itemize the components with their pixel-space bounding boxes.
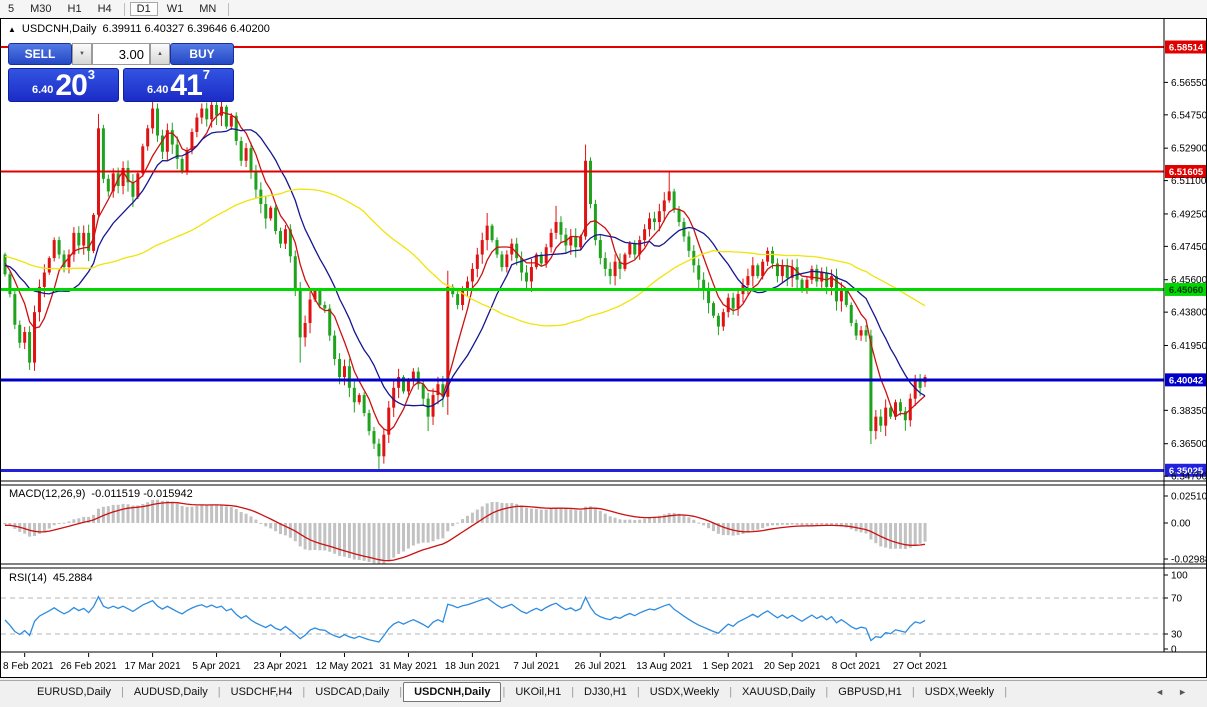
collapse-chart-icon[interactable]: ▲ <box>8 25 16 34</box>
svg-text:30: 30 <box>1171 630 1183 641</box>
price-pane <box>1 47 1164 470</box>
rsi-pane: 100 70 30 0 <box>1 571 1188 656</box>
svg-text:6.49250: 6.49250 <box>1171 209 1206 220</box>
svg-text:8 Feb 2021: 8 Feb 2021 <box>3 661 54 672</box>
svg-text:6.36500: 6.36500 <box>1171 439 1206 450</box>
svg-text:27 Oct 2021: 27 Oct 2021 <box>893 661 948 672</box>
chart-tab-usdx-weekly[interactable]: USDX,Weekly <box>641 684 728 700</box>
svg-text:6.45600: 6.45600 <box>1171 275 1206 286</box>
timeframe-button-d1[interactable]: D1 <box>130 2 158 16</box>
svg-text:26 Jul 2021: 26 Jul 2021 <box>574 661 626 672</box>
chart-tab-ukoil-h1[interactable]: UKOil,H1 <box>506 684 570 700</box>
svg-text:0.00: 0.00 <box>1171 519 1191 530</box>
svg-text:70: 70 <box>1171 594 1183 605</box>
svg-text:100: 100 <box>1171 571 1188 582</box>
timeframe-button-m30[interactable]: M30 <box>23 2 58 16</box>
ohlc-quotes: 6.39911 6.40327 6.39646 6.40200 <box>102 23 269 35</box>
macd-values: -0.011519 -0.015942 <box>91 488 192 500</box>
buy-price-pip: 7 <box>203 67 210 82</box>
svg-text:6.51100: 6.51100 <box>1171 176 1206 187</box>
svg-text:0: 0 <box>1171 645 1177 656</box>
date-axis: 8 Feb 2021 26 Feb 2021 17 Mar 2021 5 Apr 20… <box>3 653 948 672</box>
timeframe-button-mn[interactable]: MN <box>192 2 223 16</box>
svg-text:23 Apr 2021: 23 Apr 2021 <box>254 661 308 672</box>
svg-text:8 Oct 2021: 8 Oct 2021 <box>832 661 881 672</box>
chart-tab-gbpusd-h1[interactable]: GBPUSD,H1 <box>829 684 911 700</box>
volume-increase-button[interactable]: ▲ <box>150 43 170 65</box>
toolbar-separator <box>228 3 229 16</box>
chart-tab-xauusd-daily[interactable]: XAUUSD,Daily <box>733 684 824 700</box>
svg-text:6.40042: 6.40042 <box>1169 375 1203 386</box>
svg-text:1 Sep 2021: 1 Sep 2021 <box>703 661 755 672</box>
timeframe-button-h1[interactable]: H1 <box>61 2 89 16</box>
chart-window[interactable]: 0.0251080.00-0.029883100703006.585146.51… <box>0 18 1207 678</box>
spinner-up-icon: ▲ <box>157 51 163 57</box>
symbol-period-label: USDCNH,Daily <box>22 23 97 35</box>
ma-slow <box>5 189 925 326</box>
volume-decrease-button[interactable]: ▼ <box>72 43 92 65</box>
svg-text:20 Sep 2021: 20 Sep 2021 <box>764 661 821 672</box>
timeframe-button-w1[interactable]: W1 <box>160 2 191 16</box>
chart-title: ▲ USDCNH,Daily 6.39911 6.40327 6.39646 6… <box>8 23 270 35</box>
chart-tab-usdcnh-daily[interactable]: USDCNH,Daily <box>403 682 501 702</box>
buy-price-main: 41 <box>170 72 201 100</box>
buy-price-box[interactable]: 6.40 41 7 <box>123 68 234 102</box>
volume-input[interactable]: 3.00 <box>92 43 150 65</box>
svg-text:7 Jul 2021: 7 Jul 2021 <box>513 661 560 672</box>
svg-text:6.58514: 6.58514 <box>1169 43 1204 54</box>
svg-text:6.47450: 6.47450 <box>1171 242 1206 253</box>
buy-price-prefix: 6.40 <box>147 84 168 96</box>
svg-text:6.54750: 6.54750 <box>1171 110 1206 121</box>
svg-text:18 Jun 2021: 18 Jun 2021 <box>445 661 500 672</box>
svg-text:0.025108: 0.025108 <box>1171 492 1206 503</box>
svg-text:6.45060: 6.45060 <box>1169 285 1203 296</box>
one-click-trade-panel: SELL ▼ 3.00 ▲ BUY 6.40 20 3 6.40 41 <box>8 43 234 102</box>
chart-tab-eurusd-daily[interactable]: EURUSD,Daily <box>28 684 120 700</box>
sell-price-pip: 3 <box>88 67 95 82</box>
sell-price-prefix: 6.40 <box>32 84 53 96</box>
svg-text:6.38350: 6.38350 <box>1171 406 1206 417</box>
rsi-indicator-label: RSI(14) 45.2884 <box>9 572 93 584</box>
svg-text:13 Aug 2021: 13 Aug 2021 <box>636 661 693 672</box>
macd-name: MACD(12,26,9) <box>9 488 85 500</box>
svg-text:6.41950: 6.41950 <box>1171 341 1206 352</box>
rsi-name: RSI(14) <box>9 572 47 584</box>
toolbar-separator <box>124 3 125 16</box>
macd-pane: 0.0251080.00-0.029883 <box>4 492 1207 566</box>
rsi-line <box>5 597 925 642</box>
chart-tab-bar: EURUSD,Daily|AUDUSD,Daily|USDCHF,H4|USDC… <box>0 680 1207 702</box>
tab-scroll-arrows: ◄► <box>1155 687 1187 697</box>
chart-tab-usdx-weekly[interactable]: USDX,Weekly <box>916 684 1003 700</box>
chart-canvas[interactable]: 0.0251080.00-0.029883100703006.585146.51… <box>1 19 1206 677</box>
timeframe-button-5[interactable]: 5 <box>1 2 21 16</box>
svg-text:6.43800: 6.43800 <box>1171 308 1206 319</box>
svg-text:31 May 2021: 31 May 2021 <box>380 661 438 672</box>
buy-button[interactable]: BUY <box>170 43 234 65</box>
svg-text:12 May 2021: 12 May 2021 <box>316 661 374 672</box>
chart-tab-audusd-daily[interactable]: AUDUSD,Daily <box>125 684 217 700</box>
tab-separator: | <box>1003 686 1008 698</box>
spinner-down-icon: ▼ <box>79 51 85 57</box>
svg-text:26 Feb 2021: 26 Feb 2021 <box>61 661 118 672</box>
chart-tab-dj30-h1[interactable]: DJ30,H1 <box>575 684 636 700</box>
sell-price-main: 20 <box>55 72 86 100</box>
tab-scroll-right-icon[interactable]: ► <box>1178 687 1187 697</box>
tab-scroll-left-icon[interactable]: ◄ <box>1155 687 1164 697</box>
chart-tab-usdcad-daily[interactable]: USDCAD,Daily <box>306 684 398 700</box>
macd-indicator-label: MACD(12,26,9) -0.011519 -0.015942 <box>9 488 193 500</box>
timeframe-toolbar: 5M30H1H4 D1W1MN <box>0 0 1207 19</box>
timeframe-button-h4[interactable]: H4 <box>91 2 119 16</box>
sell-price-box[interactable]: 6.40 20 3 <box>8 68 119 102</box>
svg-text:17 Mar 2021: 17 Mar 2021 <box>125 661 182 672</box>
sell-button[interactable]: SELL <box>8 43 72 65</box>
rsi-value: 45.2884 <box>53 572 93 584</box>
trading-terminal: 5M30H1H4D1W1MN 0.0251080.00-0.0298831007… <box>0 0 1207 707</box>
svg-text:5 Apr 2021: 5 Apr 2021 <box>192 661 241 672</box>
svg-text:6.52900: 6.52900 <box>1171 144 1206 155</box>
svg-text:6.56550: 6.56550 <box>1171 78 1206 89</box>
chart-tab-usdchf-h4[interactable]: USDCHF,H4 <box>222 684 302 700</box>
